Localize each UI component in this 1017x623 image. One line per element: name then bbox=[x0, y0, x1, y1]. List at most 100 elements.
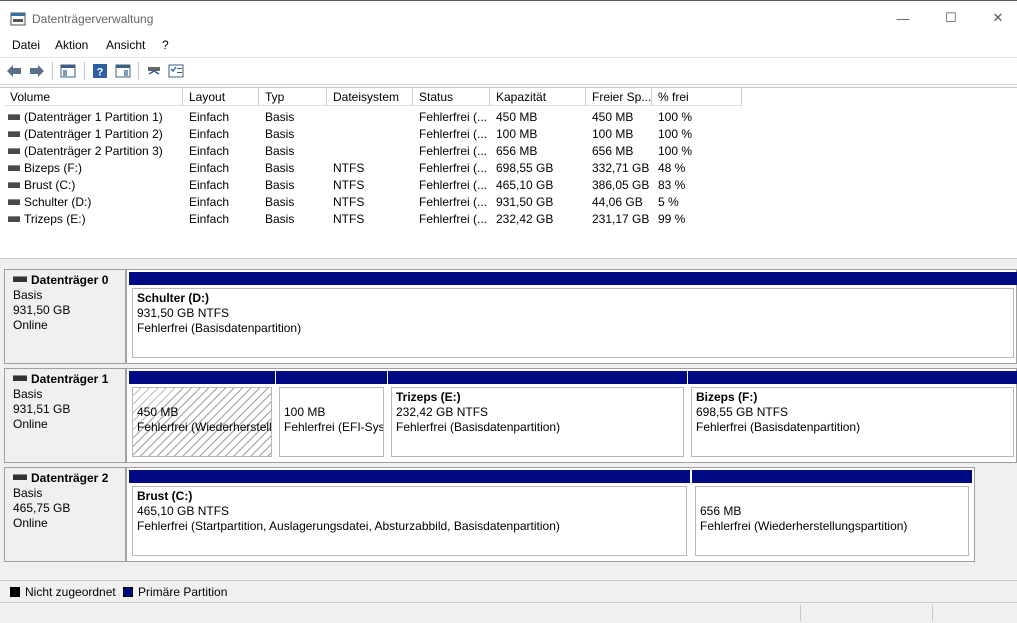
table-cell: Basis bbox=[265, 110, 295, 124]
partition-body: Brust (C:) 465,10 GB NTFS Fehlerfrei (St… bbox=[132, 486, 687, 556]
partition-trizeps[interactable]: Trizeps (E:) 232,42 GB NTFS Fehlerfrei (… bbox=[388, 371, 687, 460]
partition-status: Fehlerfrei (Basisdatenpartition) bbox=[137, 321, 302, 335]
volume-name: (Datenträger 1 Partition 1) bbox=[24, 110, 163, 124]
table-row[interactable]: Trizeps (E:) Einfach Basis NTFS Fehlerfrei (… bbox=[0, 211, 1017, 228]
minimize-button[interactable]: — bbox=[880, 1, 926, 35]
legend-label-unallocated: Nicht zugeordnet bbox=[25, 585, 116, 599]
table-cell: NTFS bbox=[333, 195, 365, 209]
close-button[interactable]: ✕ bbox=[975, 1, 1017, 35]
disk-0-label[interactable]: Datenträger 0 Basis 931,50 GB Online bbox=[4, 269, 126, 364]
disk-1-type: Basis bbox=[13, 387, 43, 401]
cell-volume: Trizeps (E:) bbox=[8, 211, 180, 228]
checklist-button[interactable] bbox=[166, 61, 186, 81]
forward-button[interactable] bbox=[27, 61, 47, 81]
toolbar: ? bbox=[0, 57, 1017, 85]
console-tree-button[interactable] bbox=[58, 61, 78, 81]
table-cell: Fehlerfrei (... bbox=[419, 144, 487, 158]
table-cell: Basis bbox=[265, 178, 295, 192]
cell-volume: (Datenträger 1 Partition 2) bbox=[8, 126, 180, 143]
menu-datei[interactable]: Datei bbox=[12, 38, 40, 52]
volume-list[interactable]: Volume Layout Typ Dateisystem Status Kap… bbox=[0, 87, 1017, 259]
partition-status: Fehlerfrei (EFI-Syst bbox=[284, 420, 384, 434]
properties-button[interactable] bbox=[113, 61, 133, 81]
table-row[interactable]: Bizeps (F:) Einfach Basis NTFS Fehlerfrei (.… bbox=[0, 160, 1017, 177]
partition-name: Schulter (D:) bbox=[137, 291, 209, 305]
partition-bar bbox=[692, 470, 972, 483]
table-row[interactable]: (Datenträger 1 Partition 2) Einfach Basis F… bbox=[0, 126, 1017, 143]
table-row[interactable]: (Datenträger 2 Partition 3) Einfach Basis F… bbox=[0, 143, 1017, 160]
window-title: Datenträgerverwaltung bbox=[32, 12, 154, 26]
volume-name: (Datenträger 2 Partition 3) bbox=[24, 144, 163, 158]
table-cell: Einfach bbox=[189, 127, 230, 141]
table-cell: 450 MB bbox=[592, 110, 634, 124]
column-header-status[interactable]: Status bbox=[413, 88, 490, 106]
partition-name: Brust (C:) bbox=[137, 489, 193, 503]
column-header-typ[interactable]: Typ bbox=[259, 88, 327, 106]
partition-size: 100 MB bbox=[284, 405, 326, 419]
cell-volume: Schulter (D:) bbox=[8, 194, 180, 211]
volume-name: Bizeps (F:) bbox=[24, 161, 83, 175]
partition-recovery-disk1[interactable]: 450 MB Fehlerfrei (Wiederherstell bbox=[129, 371, 275, 460]
table-cell: 100 % bbox=[658, 110, 693, 124]
table-row[interactable]: (Datenträger 1 Partition 1) Einfach Basis F… bbox=[0, 109, 1017, 126]
table-cell: Basis bbox=[265, 161, 295, 175]
partition-schulter[interactable]: Schulter (D:) 931,50 GB NTFS Fehlerfrei … bbox=[129, 272, 1017, 361]
column-header-freier-speicher[interactable]: Freier Sp... bbox=[586, 88, 652, 106]
menu-ansicht[interactable]: Ansicht bbox=[106, 38, 145, 52]
disk-icon bbox=[13, 275, 27, 282]
disk-0-type: Basis bbox=[13, 288, 43, 302]
table-cell: 332,71 GB bbox=[592, 161, 650, 175]
partition-body: Bizeps (F:) 698,55 GB NTFS Fehlerfrei (B… bbox=[691, 387, 1014, 457]
table-cell: Fehlerfrei (... bbox=[419, 195, 487, 209]
partition-bar bbox=[129, 272, 1017, 285]
legend: Nicht zugeordnet Primäre Partition bbox=[0, 580, 1017, 603]
column-header-prozent-frei[interactable]: % frei bbox=[652, 88, 742, 106]
table-cell: Fehlerfrei (... bbox=[419, 127, 487, 141]
table-cell: Basis bbox=[265, 127, 295, 141]
table-cell: NTFS bbox=[333, 178, 365, 192]
disk-1-label[interactable]: Datenträger 1 Basis 931,51 GB Online bbox=[4, 368, 126, 463]
table-cell: Basis bbox=[265, 195, 295, 209]
table-row[interactable]: Schulter (D:) Einfach Basis NTFS Fehlerfrei … bbox=[0, 194, 1017, 211]
partition-efi[interactable]: 100 MB Fehlerfrei (EFI-Syst bbox=[276, 371, 387, 460]
help-button[interactable]: ? bbox=[90, 61, 110, 81]
back-button[interactable] bbox=[4, 61, 24, 81]
partition-body: 656 MB Fehlerfrei (Wiederherstellungspar… bbox=[695, 486, 969, 556]
column-header-kapazitaet[interactable]: Kapazität bbox=[490, 88, 586, 106]
partition-size: 450 MB bbox=[137, 405, 179, 419]
legend-swatch-primary bbox=[123, 587, 133, 597]
forward-arrow-icon bbox=[30, 65, 44, 77]
partition-body: Trizeps (E:) 232,42 GB NTFS Fehlerfrei (… bbox=[391, 387, 684, 457]
menu-bar: Datei Aktion Ansicht ? bbox=[0, 36, 1017, 56]
column-header-volume[interactable]: Volume bbox=[4, 88, 183, 106]
connect-icon bbox=[148, 67, 160, 75]
status-pane bbox=[800, 605, 801, 621]
partition-status: Fehlerfrei (Wiederherstell bbox=[137, 420, 272, 434]
menu-help[interactable]: ? bbox=[162, 38, 169, 52]
partition-status: Fehlerfrei (Wiederherstellungspartition) bbox=[700, 519, 908, 533]
connect-button[interactable] bbox=[144, 61, 164, 81]
legend-swatch-unallocated bbox=[10, 587, 20, 597]
maximize-button[interactable]: ☐ bbox=[928, 1, 974, 35]
properties-icon bbox=[115, 64, 131, 78]
partition-recovery-disk2[interactable]: 656 MB Fehlerfrei (Wiederherstellungspar… bbox=[692, 470, 972, 559]
table-cell bbox=[333, 143, 413, 160]
partition-bar bbox=[129, 371, 275, 384]
volume-icon bbox=[8, 215, 20, 222]
disk-management-app-icon bbox=[10, 12, 26, 26]
minimize-icon: — bbox=[896, 10, 910, 26]
column-header-dateisystem[interactable]: Dateisystem bbox=[327, 88, 413, 106]
disk-1-title: Datenträger 1 bbox=[31, 372, 109, 386]
disk-2-label[interactable]: Datenträger 2 Basis 465,75 GB Online bbox=[4, 467, 126, 562]
partition-bizeps[interactable]: Bizeps (F:) 698,55 GB NTFS Fehlerfrei (B… bbox=[688, 371, 1017, 460]
table-cell: 44,06 GB bbox=[592, 195, 643, 209]
column-header-layout[interactable]: Layout bbox=[183, 88, 259, 106]
partition-size: 698,55 GB NTFS bbox=[696, 405, 789, 419]
partition-size: 931,50 GB NTFS bbox=[137, 306, 230, 320]
disk-icon bbox=[13, 374, 27, 381]
menu-aktion[interactable]: Aktion bbox=[55, 38, 88, 52]
legend-label-primary: Primäre Partition bbox=[138, 585, 228, 599]
table-row[interactable]: Brust (C:) Einfach Basis NTFS Fehlerfrei (..… bbox=[0, 177, 1017, 194]
partition-name: Bizeps (F:) bbox=[696, 390, 758, 404]
partition-brust[interactable]: Brust (C:) 465,10 GB NTFS Fehlerfrei (St… bbox=[129, 470, 690, 559]
